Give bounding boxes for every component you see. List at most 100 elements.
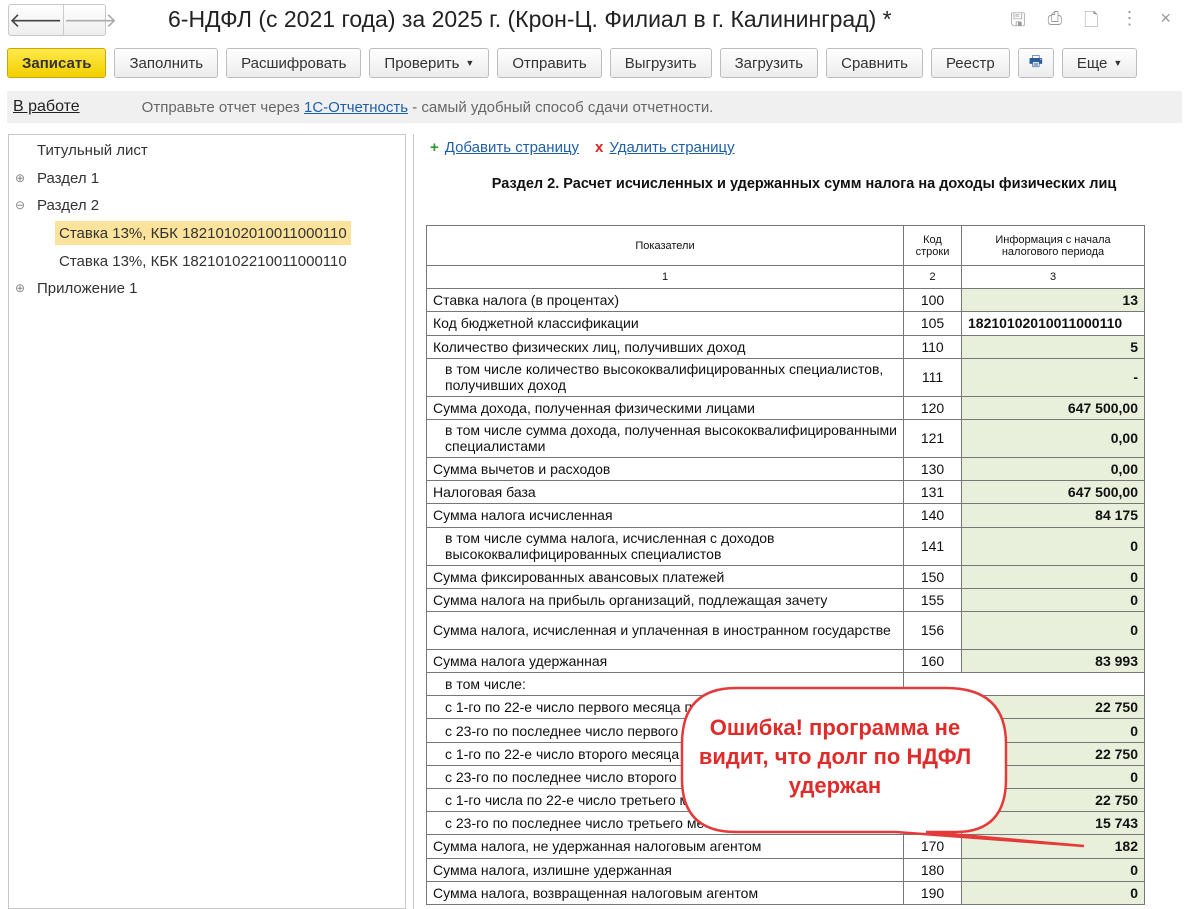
row-label: Сумма фиксированных авансовых платежей [426,564,904,589]
row-value[interactable]: 0 [961,564,1145,589]
row-label: Сумма дохода, полученная физическими лиц… [426,395,904,420]
row-label: Сумма налога на прибыль организаций, под… [426,587,904,612]
row-label: Сумма вычетов и расходов [426,456,904,482]
section-title: Раздел 2. Расчет исчисленных и удержанны… [491,176,1117,192]
registry-button[interactable]: Реестр [930,48,1010,78]
table-row: в том числе количество высококвалифициро… [426,357,1145,397]
hint-text: Отправьте отчет через 1С-Отчетность - са… [142,99,714,116]
row-label: в том числе количество высококвалифициро… [426,357,904,397]
row-code: 105 [903,311,962,336]
row-code: 130 [903,456,962,482]
tree-label: Раздел 1 [37,169,100,187]
save-button[interactable]: Записать [7,48,107,78]
preview-icon[interactable]: 🗋 [1084,8,1098,38]
reporting-link[interactable]: 1С-Отчетность [304,99,408,116]
table-row: Сумма фиксированных авансовых платежей 15… [426,564,1145,589]
compare-button[interactable]: Сравнить [826,48,923,78]
row-code: 150 [903,564,962,589]
row-code: 120 [903,395,962,420]
import-button[interactable]: Загрузить [719,48,819,78]
status-link[interactable]: В работе [13,98,80,116]
row-label: Ставка налога (в процентах) [426,288,904,313]
row-code: 180 [903,857,962,882]
row-value[interactable]: 5 [961,334,1145,359]
header-code: Код строки [903,225,962,266]
fill-button[interactable]: Заполнить [114,48,219,78]
expand-icon[interactable]: ⊕ [15,281,37,295]
table-row: Сумма налога, излишне удержанная 180 0 [426,857,1145,882]
table-row: Сумма налога удержанная 160 83 993 [426,648,1145,674]
tree-item-title-page[interactable]: Титульный лист [37,138,148,162]
send-button[interactable]: Отправить [497,48,602,78]
row-value[interactable]: 0 [961,587,1145,612]
decode-button[interactable]: Расшифровать [226,48,362,78]
row-code: 110 [903,334,962,359]
row-label: Налоговая база [426,480,904,505]
tree-item-section-1[interactable]: ⊕ Раздел 1 [15,166,99,190]
hint-post: - самый удобный способ сдачи отчетности. [408,98,714,116]
tree-label: Титульный лист [37,141,148,159]
more-button[interactable]: Еще ▼ [1061,48,1138,78]
table-row: Ставка налога (в процентах) 100 13 [426,288,1145,313]
table-row: Сумма налога, исчисленная и уплаченная в… [426,610,1145,650]
tree-item-rate-kbk-1[interactable]: Ставка 13%, КБК 18210102010011000110 [55,221,351,245]
row-label: в том числе сумма налога, исчисленная с … [426,526,904,566]
caret-down-icon: ▼ [1113,58,1123,68]
row-value[interactable]: 0 [961,526,1145,566]
row-value[interactable]: - [961,357,1145,397]
row-code: 156 [903,610,962,650]
print-button[interactable]: 🖶 [1017,48,1054,78]
row-code: 100 [903,288,962,313]
row-value[interactable]: 13 [961,288,1145,313]
row-value[interactable]: 84 175 [961,503,1145,528]
delete-page-link[interactable]: Удалить страницу [609,139,734,156]
tree-item-section-2[interactable]: ⊖ Раздел 2 [15,193,99,217]
more-icon[interactable]: ⋮ [1120,8,1138,38]
row-value[interactable]: 0,00 [961,418,1145,458]
callout-text: Ошибка! программа не видит, что долг по … [698,715,972,798]
table-row: Сумма налога на прибыль организаций, под… [426,587,1145,612]
row-value[interactable]: 0,00 [961,456,1145,482]
check-button[interactable]: Проверить ▼ [369,48,490,78]
col-number: 2 [903,264,962,290]
collapse-icon[interactable]: ⊖ [15,198,37,212]
row-value[interactable]: 0 [961,610,1145,650]
add-page-link[interactable]: Добавить страницу [445,139,579,156]
row-label: Сумма налога исчисленная [426,503,904,528]
row-code: 131 [903,480,962,505]
row-label: в том числе сумма дохода, полученная выс… [426,418,904,458]
row-value[interactable]: 0 [961,880,1145,905]
info-bar: В работе Отправьте отчет через 1С-Отчетн… [7,91,1182,123]
row-value[interactable]: 83 993 [961,648,1145,674]
row-value[interactable]: 647 500,00 [961,480,1145,505]
printer-icon: 🖶 [1028,52,1043,70]
tree-item-appendix-1[interactable]: ⊕ Приложение 1 [15,276,138,300]
export-button[interactable]: Выгрузить [609,48,712,78]
row-code: 141 [903,526,962,566]
nav-buttons: 🡐 🡒 [8,4,117,36]
back-button[interactable]: 🡐 [9,5,63,35]
table-row: Сумма дохода, полученная физическими лиц… [426,395,1145,420]
expand-icon[interactable]: ⊕ [15,171,37,185]
header-info: Информация с начала налогового периода [961,225,1145,266]
table-row: в том числе сумма дохода, полученная выс… [426,418,1145,458]
check-label: Проверить [384,54,460,72]
tree-item-rate-kbk-2[interactable]: Ставка 13%, КБК 18210102210011000110 [59,249,347,273]
row-value[interactable]: 647 500,00 [961,395,1145,420]
col-number: 3 [961,264,1145,290]
row-value[interactable]: 18210102010011000110 [961,311,1145,336]
table-row: Сумма налога исчисленная 140 84 175 [426,503,1145,528]
row-label: Сумма налога, излишне удержанная [426,857,904,882]
save-icon[interactable]: 🖫 [1010,8,1025,38]
close-icon[interactable]: × [1160,8,1171,38]
forward-button[interactable]: 🡒 [62,5,117,35]
more-label: Еще [1076,54,1108,72]
row-code: 111 [903,357,962,397]
row-code: 160 [903,648,962,674]
table-row: Сумма вычетов и расходов 130 0,00 [426,456,1145,482]
print-icon[interactable]: ⎙ [1048,8,1062,38]
row-value[interactable]: 0 [961,857,1145,882]
tree-label: Раздел 2 [37,196,100,214]
table-row: Налоговая база 131 647 500,00 [426,480,1145,505]
table-row: Код бюджетной классификации 105 1821010201… [426,311,1145,336]
